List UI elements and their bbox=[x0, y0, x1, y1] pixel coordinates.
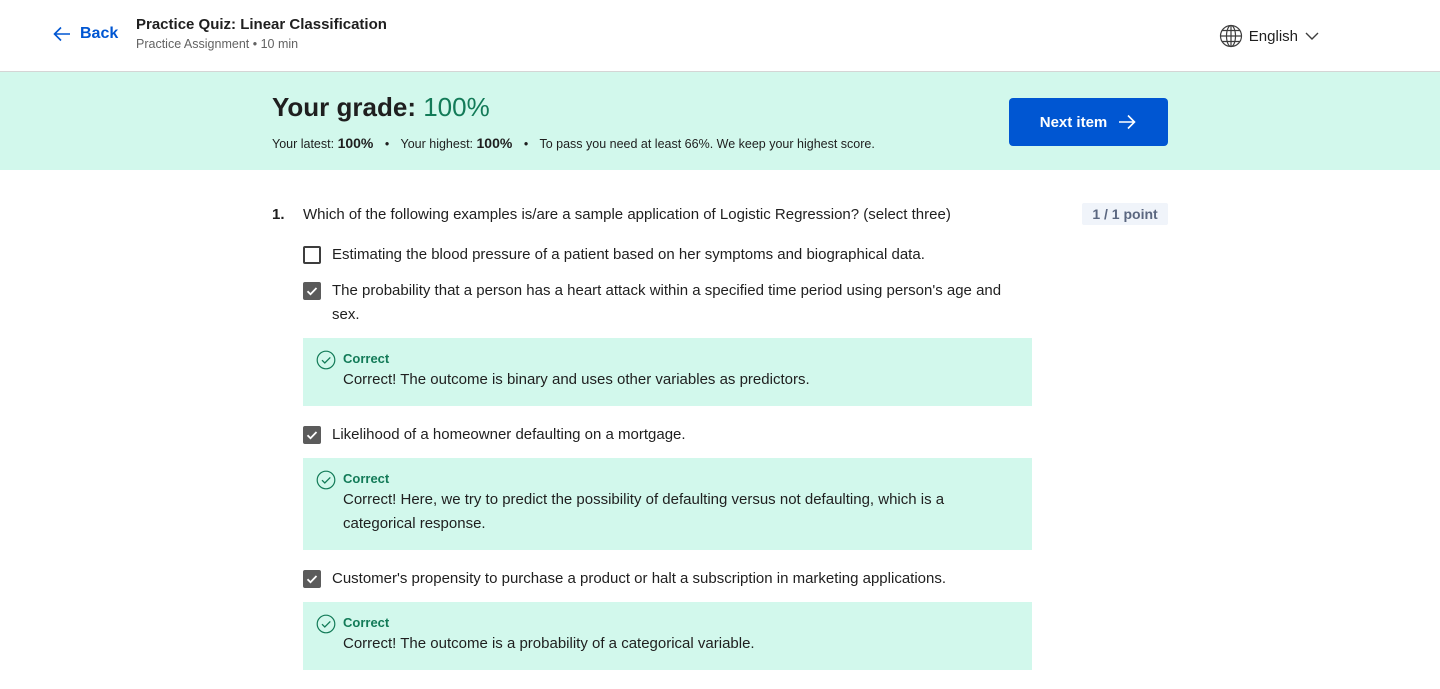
chevron-down-icon bbox=[1305, 32, 1319, 40]
option-checkbox[interactable] bbox=[303, 282, 321, 300]
question-text: Which of the following examples is/are a… bbox=[303, 206, 951, 223]
feedback-panel: Correct Correct! The outcome is a probab… bbox=[303, 602, 1032, 670]
page-subtitle: Practice Assignment • 10 min bbox=[136, 37, 299, 51]
grade-banner: Your grade: 100% Your latest: 100% • You… bbox=[0, 72, 1440, 170]
option-text: Estimating the blood pressure of a patie… bbox=[332, 246, 925, 263]
highest-value: 100% bbox=[476, 135, 513, 151]
grade-label: Your grade: bbox=[272, 92, 416, 122]
language-label: English bbox=[1248, 27, 1298, 45]
feedback-title: Correct bbox=[343, 471, 390, 486]
back-label: Back bbox=[80, 25, 119, 42]
top-bar: Back Practice Quiz: Linear Classificatio… bbox=[0, 0, 1440, 72]
arrow-right-icon bbox=[1119, 114, 1136, 130]
feedback-panel: Correct Correct! The outcome is binary a… bbox=[303, 338, 1032, 406]
next-item-button[interactable]: Next item bbox=[1009, 98, 1168, 146]
grade-details: Your latest: 100% • Your highest: 100% •… bbox=[272, 135, 875, 151]
feedback-text: Correct! Here, we try to predict the pos… bbox=[343, 491, 945, 532]
next-item-label: Next item bbox=[1039, 113, 1108, 131]
answer-option[interactable]: Estimating the blood pressure of a patie… bbox=[303, 246, 1012, 267]
answer-option[interactable]: Customer's propensity to purchase a prod… bbox=[303, 570, 1012, 591]
page-title: Practice Quiz: Linear Classification bbox=[136, 16, 387, 33]
checkmark-icon bbox=[306, 431, 318, 440]
answer-option[interactable]: The probability that a person has a hear… bbox=[303, 282, 1012, 327]
grade-heading: Your grade: 100% bbox=[272, 92, 490, 123]
language-selector[interactable]: English bbox=[1219, 24, 1320, 48]
check-circle-icon bbox=[316, 614, 336, 634]
option-checkbox[interactable] bbox=[303, 570, 321, 588]
globe-icon bbox=[1219, 24, 1242, 48]
grade-value: 100% bbox=[423, 92, 490, 122]
option-checkbox[interactable] bbox=[303, 246, 321, 264]
answer-option[interactable]: Likelihood of a homeowner defaulting on … bbox=[303, 426, 1012, 447]
check-circle-icon bbox=[316, 470, 336, 490]
checkmark-icon bbox=[306, 575, 318, 584]
option-text: Likelihood of a homeowner defaulting on … bbox=[332, 426, 686, 443]
feedback-title: Correct bbox=[343, 615, 390, 630]
pass-note: To pass you need at least 66%. We keep y… bbox=[539, 137, 875, 151]
feedback-title: Correct bbox=[343, 351, 390, 366]
back-arrow-icon bbox=[53, 26, 70, 42]
feedback-text: Correct! The outcome is a probability of… bbox=[343, 635, 755, 652]
option-checkbox[interactable] bbox=[303, 426, 321, 444]
back-button[interactable]: Back bbox=[52, 24, 118, 44]
item-heading: Practice Quiz: Linear Classification Pra… bbox=[136, 16, 387, 51]
highest-label: Your highest: bbox=[400, 137, 474, 151]
option-text: The probability that a person has a hear… bbox=[332, 282, 1002, 323]
check-circle-icon bbox=[316, 350, 336, 370]
checkmark-icon bbox=[306, 287, 318, 296]
feedback-panel: Correct Correct! Here, we try to predict… bbox=[303, 458, 1032, 550]
feedback-text: Correct! The outcome is binary and uses … bbox=[343, 371, 810, 388]
separator-dot: • bbox=[384, 137, 390, 151]
question-number: 1. bbox=[272, 206, 285, 223]
latest-label: Your latest: bbox=[272, 137, 335, 151]
latest-value: 100% bbox=[337, 135, 374, 151]
points-badge: 1 / 1 point bbox=[1082, 203, 1168, 225]
option-text: Customer's propensity to purchase a prod… bbox=[332, 570, 947, 587]
separator-dot: • bbox=[523, 137, 529, 151]
